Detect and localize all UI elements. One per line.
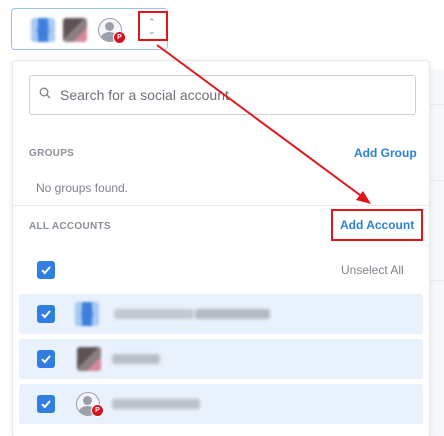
annotation-arrow <box>156 44 371 204</box>
